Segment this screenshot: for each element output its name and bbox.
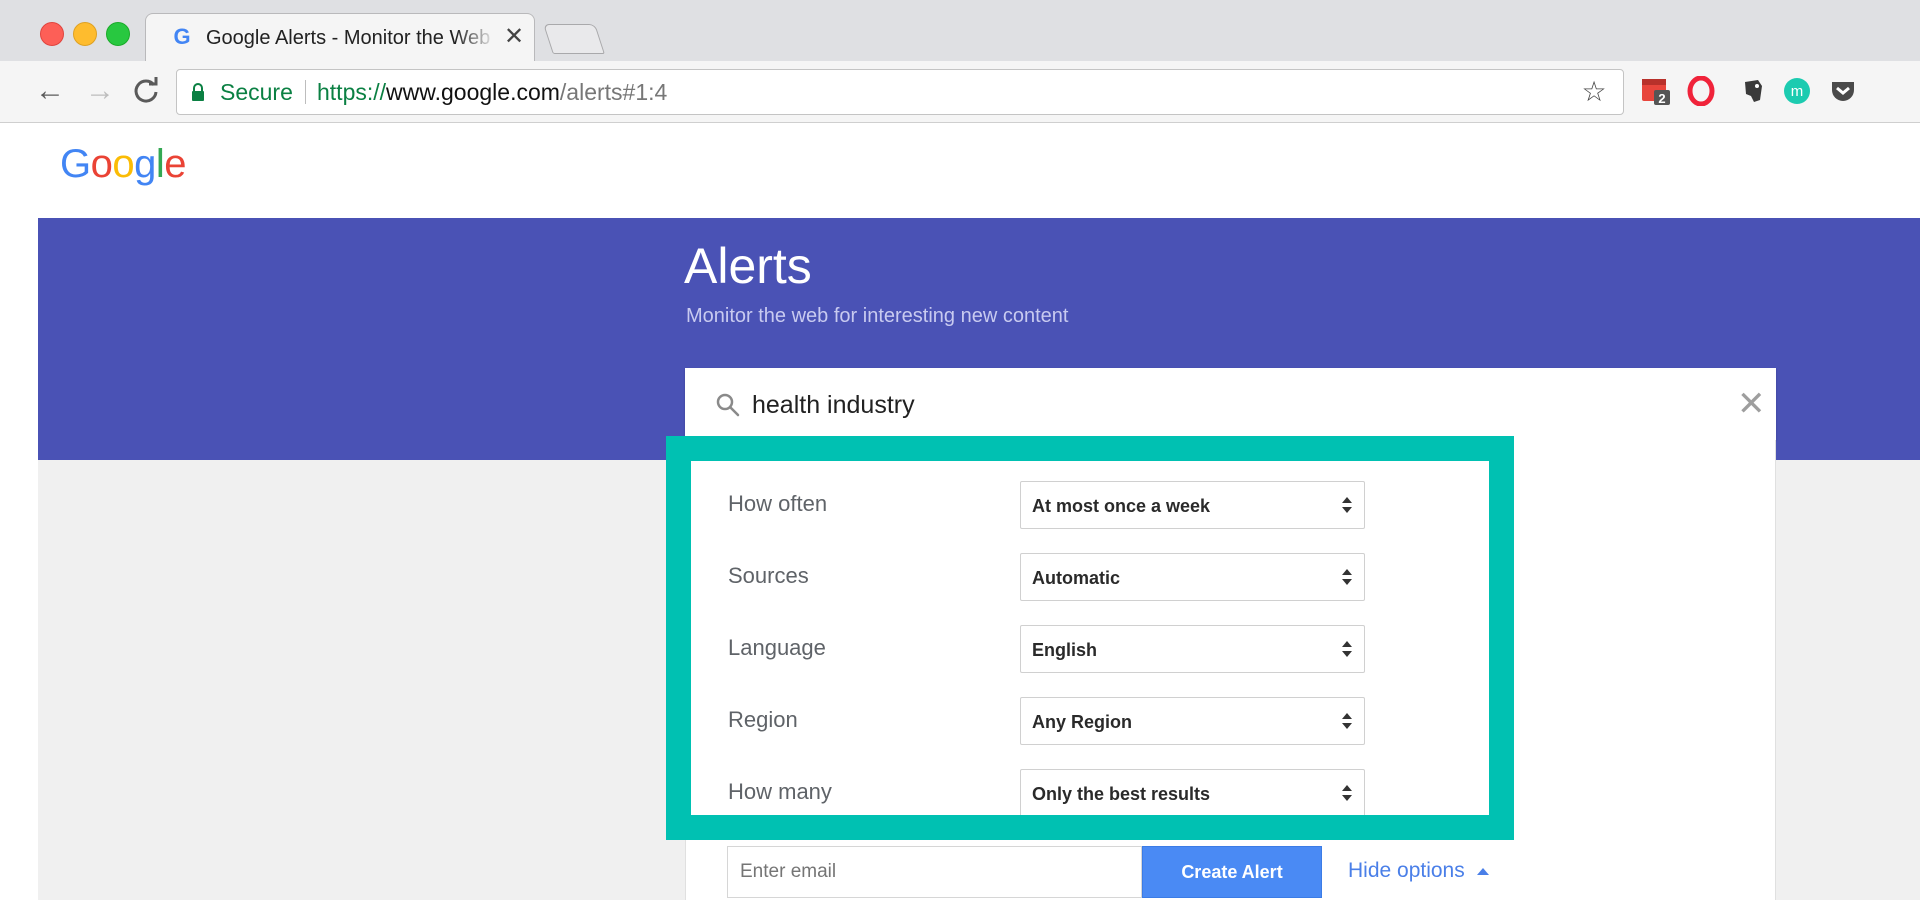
sources-select[interactable]: Automatic [1020, 553, 1365, 601]
url-host: www.google.com [386, 79, 560, 105]
minimize-window-button[interactable] [73, 22, 97, 46]
tab-title: Google Alerts - Monitor the Web for inte… [206, 26, 496, 50]
url-text[interactable]: https://www.google.com/alerts#1:4 [317, 80, 667, 104]
sort-arrows-icon [1342, 785, 1352, 801]
address-bar[interactable]: Secure https://www.google.com/alerts#1:4… [176, 69, 1624, 115]
create-alert-button[interactable]: Create Alert [1142, 846, 1322, 898]
email-input[interactable] [727, 846, 1142, 898]
option-label-region: Region [728, 707, 798, 732]
tab-close-icon[interactable]: ✕ [503, 24, 525, 50]
address-divider [305, 80, 306, 104]
how-many-select[interactable]: Only the best results [1020, 769, 1365, 817]
sort-arrows-icon [1342, 713, 1352, 729]
google-logo[interactable]: Google [60, 140, 187, 188]
sources-value: Automatic [1032, 568, 1121, 588]
url-path: /alerts#1:4 [559, 79, 668, 105]
option-label-how-often: How often [728, 491, 828, 516]
region-select[interactable]: Any Region [1020, 697, 1365, 745]
maximize-window-button[interactable] [106, 22, 130, 46]
page-title: Alerts [684, 238, 812, 294]
search-input[interactable]: health industry [752, 390, 915, 420]
browser-toolbar: ← → Secure https://www.google.com/alerts… [0, 61, 1920, 123]
extension-badge: 2 [1658, 91, 1665, 106]
option-label-language: Language [728, 635, 826, 660]
evernote-extension-icon[interactable] [1738, 76, 1768, 106]
alert-search-box[interactable]: health industry ✕ [685, 368, 1776, 440]
language-value: English [1032, 640, 1098, 660]
how-many-value: Only the best results [1032, 784, 1211, 804]
browser-tab[interactable]: G Google Alerts - Monitor the Web for in… [145, 13, 535, 61]
caret-up-icon[interactable] [1476, 867, 1490, 875]
calendar-extension-icon[interactable]: 2 [1641, 76, 1671, 106]
pocket-extension-icon[interactable] [1828, 76, 1858, 106]
sort-arrows-icon [1342, 641, 1352, 657]
lock-icon [192, 83, 204, 101]
how-often-select[interactable]: At most once a week [1020, 481, 1365, 529]
new-tab-button[interactable] [543, 24, 605, 54]
option-label-sources: Sources [728, 563, 809, 588]
opera-extension-icon[interactable] [1686, 76, 1716, 106]
secure-label: Secure [220, 79, 293, 105]
sort-arrows-icon [1342, 569, 1352, 585]
close-window-button[interactable] [40, 22, 64, 46]
browser-tab-strip: G Google Alerts - Monitor the Web for in… [0, 0, 1920, 61]
url-protocol: https:// [317, 79, 387, 105]
page-subtitle: Monitor the web for interesting new cont… [686, 305, 1069, 327]
m-extension-icon[interactable]: m [1782, 76, 1812, 106]
search-icon [716, 393, 740, 417]
clear-search-icon[interactable]: ✕ [1737, 387, 1766, 421]
forward-arrow-icon[interactable]: → [84, 75, 116, 107]
back-arrow-icon[interactable]: ← [34, 75, 66, 107]
reload-icon[interactable] [130, 75, 162, 107]
how-often-value: At most once a week [1032, 496, 1211, 516]
hide-options-link[interactable]: Hide options [1348, 858, 1465, 884]
sort-arrows-icon [1342, 497, 1352, 513]
google-g-icon: G [173, 24, 191, 49]
option-label-how-many: How many [728, 779, 832, 804]
language-select[interactable]: English [1020, 625, 1365, 673]
region-value: Any Region [1032, 712, 1133, 732]
bookmark-star-icon[interactable]: ☆ [1579, 77, 1609, 107]
svg-text:m: m [1791, 83, 1804, 100]
